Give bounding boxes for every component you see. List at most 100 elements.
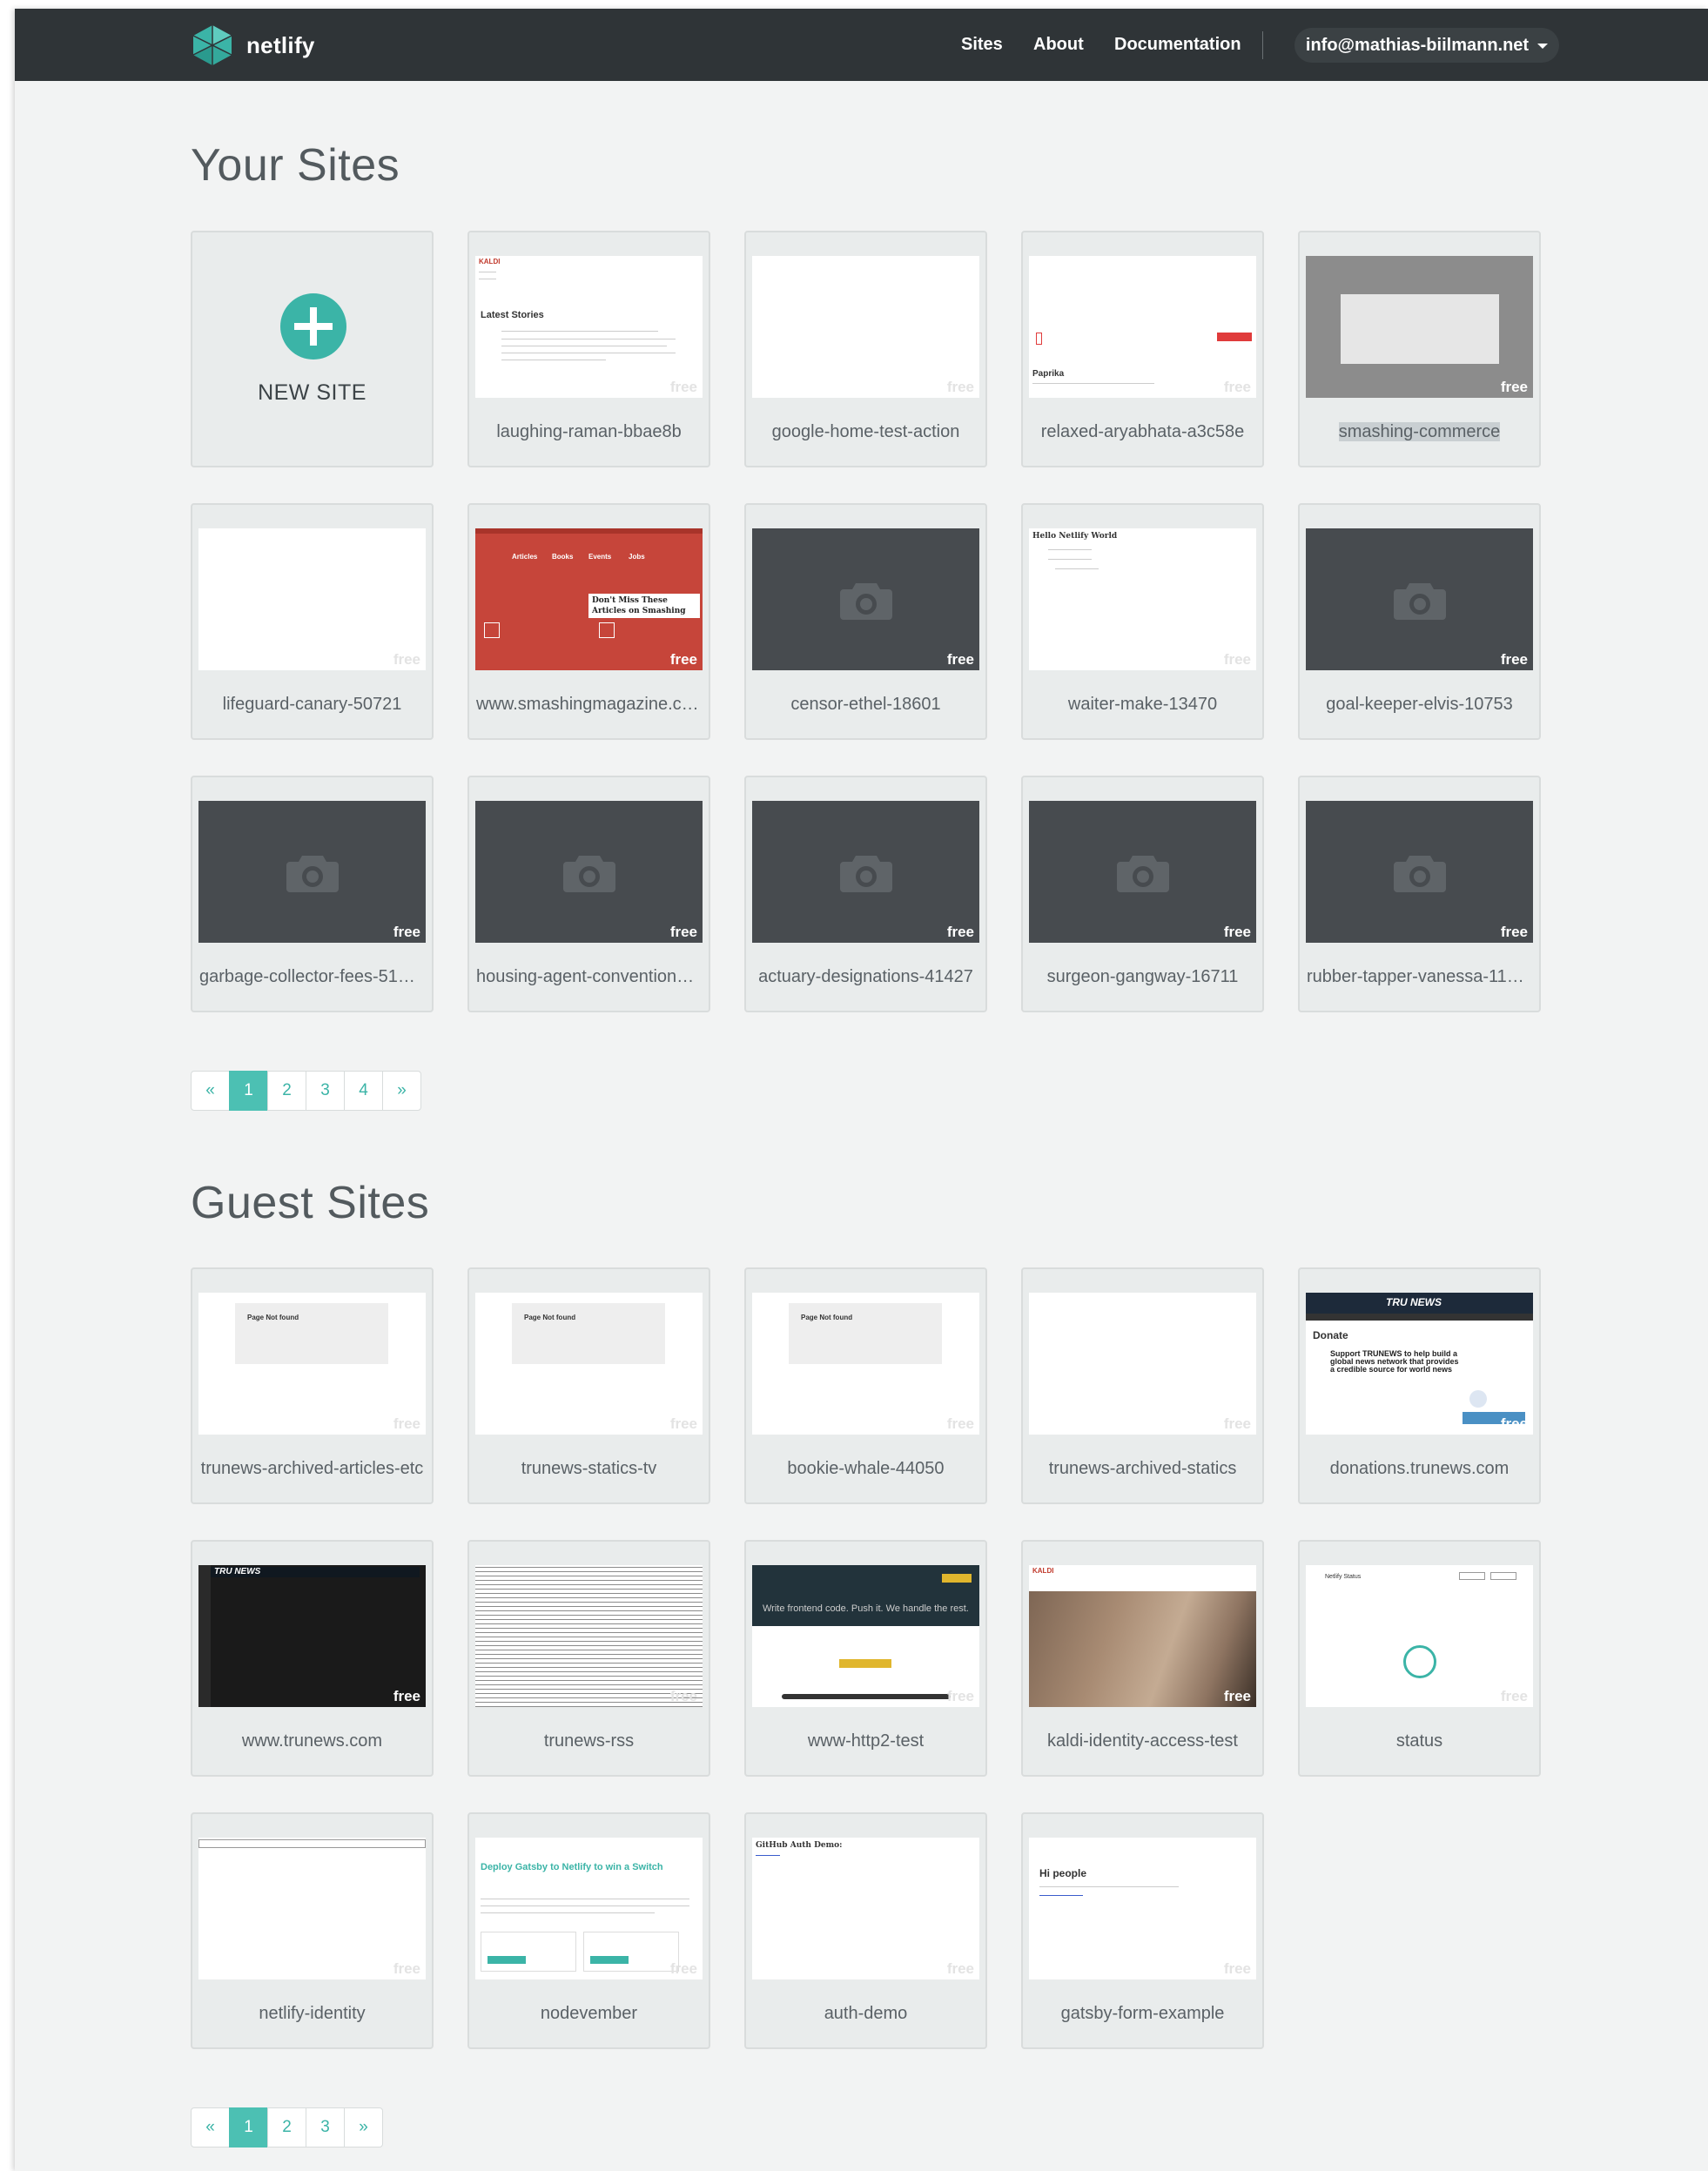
site-card[interactable]: free trunews-archived-statics (1021, 1267, 1264, 1504)
site-card[interactable]: Page Not found free trunews-archived-art… (191, 1267, 434, 1504)
site-thumbnail: free (198, 1838, 426, 1979)
pagination-next[interactable]: » (382, 1071, 421, 1111)
pagination-page[interactable]: 1 (229, 1071, 268, 1111)
brand-logo[interactable]: netlify (191, 24, 315, 67)
site-card[interactable]: free smashing-commerce (1298, 231, 1541, 467)
nav-link-about[interactable]: About (1033, 35, 1084, 55)
site-name[interactable]: waiter-make-13470 (1023, 695, 1262, 715)
site-card[interactable]: Paprika free relaxed-aryabhata-a3c58e (1021, 231, 1264, 467)
user-menu-dropdown[interactable]: info@mathias-biilmann.net (1294, 28, 1559, 63)
thumb-brand: KALDI (1032, 1567, 1054, 1575)
site-name[interactable]: relaxed-aryabhata-a3c58e (1023, 422, 1262, 442)
site-name[interactable]: gatsby-form-example (1023, 2004, 1262, 2024)
site-card[interactable]: free trunews-rss (467, 1540, 710, 1777)
site-name[interactable]: laughing-raman-bbae8b (469, 422, 709, 442)
site-thumbnail: free (1306, 256, 1533, 398)
site-card[interactable]: free surgeon-gangway-16711 (1021, 776, 1264, 1012)
site-card[interactable]: Articles Books Events Jobs Don't Miss Th… (467, 503, 710, 740)
site-name[interactable]: trunews-archived-statics (1023, 1459, 1262, 1479)
pagination-page[interactable]: 3 (306, 1071, 345, 1111)
site-card[interactable]: GitHub Auth Demo: free auth-demo (744, 1812, 987, 2049)
thumb-promo: Don't Miss These Articles on Smashing (588, 594, 700, 618)
site-card[interactable]: Write frontend code. Push it. We handle … (744, 1540, 987, 1777)
site-name[interactable]: trunews-statics-tv (469, 1459, 709, 1479)
thumb-button (1490, 1572, 1516, 1580)
nav-link-documentation[interactable]: Documentation (1114, 35, 1241, 55)
new-site-card[interactable]: NEW SITE (191, 231, 434, 467)
site-name[interactable]: www.trunews.com (192, 1731, 432, 1751)
site-name[interactable]: google-home-test-action (746, 422, 985, 442)
thumb-link (1039, 1895, 1083, 1896)
nav-link-sites[interactable]: Sites (961, 35, 1003, 55)
site-name[interactable]: smashing-commerce (1300, 422, 1539, 442)
pagination-prev[interactable]: « (191, 2107, 230, 2147)
pagination-next[interactable]: » (344, 2107, 383, 2147)
site-name[interactable]: bookie-whale-44050 (746, 1459, 985, 1479)
pagination-page[interactable]: 1 (229, 2107, 268, 2147)
pagination-page[interactable]: 3 (306, 2107, 345, 2147)
site-name[interactable]: goal-keeper-elvis-10753 (1300, 695, 1539, 715)
site-name[interactable]: auth-demo (746, 2004, 985, 2024)
site-card[interactable]: Hello Netlify World free waiter-make-134… (1021, 503, 1264, 740)
site-name[interactable]: netlify-identity (192, 2004, 432, 2024)
thumb-line (1039, 1886, 1179, 1887)
site-name[interactable]: censor-ethel-18601 (746, 695, 985, 715)
site-thumbnail: Paprika free (1029, 256, 1256, 398)
pagination-page[interactable]: 2 (267, 1071, 306, 1111)
site-name[interactable]: trunews-archived-articles-etc (192, 1459, 432, 1479)
site-name[interactable]: surgeon-gangway-16711 (1023, 967, 1262, 987)
site-name[interactable]: nodevember (469, 2004, 709, 2024)
site-name[interactable]: housing-agent-conventions-... (469, 967, 709, 987)
plan-badge: free (946, 1688, 974, 1704)
site-thumbnail: Page Not found free (752, 1293, 979, 1435)
site-card[interactable]: free censor-ethel-18601 (744, 503, 987, 740)
thumb-line (1032, 383, 1154, 384)
thumb-hero: Write frontend code. Push it. We handle … (752, 1565, 979, 1626)
site-name[interactable]: trunews-rss (469, 1731, 709, 1751)
thumb-heading: GitHub Auth Demo: (756, 1841, 843, 1850)
pagination-page[interactable]: 2 (267, 2107, 306, 2147)
site-name[interactable]: kaldi-identity-access-test (1023, 1731, 1262, 1751)
site-card[interactable]: Deploy Gatsby to Netlify to win a Switch… (467, 1812, 710, 2049)
site-card[interactable]: free actuary-designations-41427 (744, 776, 987, 1012)
site-card[interactable]: TRU NEWS Donate Support TRUNEWS to help … (1298, 1267, 1541, 1504)
site-card[interactable]: Page Not found free bookie-whale-44050 (744, 1267, 987, 1504)
plan-badge: free (946, 379, 974, 395)
site-name[interactable]: garbage-collector-fees-51436 (192, 967, 432, 987)
pagination-prev[interactable]: « (191, 1071, 230, 1111)
site-card[interactable]: free goal-keeper-elvis-10753 (1298, 503, 1541, 740)
site-name[interactable]: www-http2-test (746, 1731, 985, 1751)
plan-badge: free (669, 651, 697, 668)
site-card[interactable]: KALDI Latest Stories free laughing-raman… (467, 231, 710, 467)
thumb-panel: Page Not found (512, 1303, 665, 1364)
thumb-icon (484, 622, 500, 638)
site-card[interactable]: Hi people free gatsby-form-example (1021, 1812, 1264, 2049)
thumb-topbar (198, 1839, 426, 1848)
site-card[interactable]: free netlify-identity (191, 1812, 434, 2049)
site-name[interactable]: www.smashingmagazine.com (469, 695, 709, 715)
thumb-icon (599, 622, 615, 638)
guest-sites-heading: Guest Sites (191, 1178, 430, 1228)
site-card[interactable]: free google-home-test-action (744, 231, 987, 467)
site-name[interactable]: rubber-tapper-vanessa-11320 (1300, 967, 1539, 987)
caret-down-icon (1537, 44, 1549, 49)
site-card[interactable]: free lifeguard-canary-50721 (191, 503, 434, 740)
site-name[interactable]: actuary-designations-41427 (746, 967, 985, 987)
site-card[interactable]: free rubber-tapper-vanessa-11320 (1298, 776, 1541, 1012)
plan-badge: free (1500, 1415, 1528, 1432)
pagination-page[interactable]: 4 (344, 1071, 383, 1111)
site-name[interactable]: donations.trunews.com (1300, 1459, 1539, 1479)
site-card[interactable]: free housing-agent-conventions-... (467, 776, 710, 1012)
site-card[interactable]: Netlify Status free status (1298, 1540, 1541, 1777)
site-card[interactable]: free garbage-collector-fees-51436 (191, 776, 434, 1012)
site-card[interactable]: TRU NEWS free www.trunews.com (191, 1540, 434, 1777)
site-card[interactable]: Page Not found free trunews-statics-tv (467, 1267, 710, 1504)
site-name[interactable]: status (1300, 1731, 1539, 1751)
plus-icon (280, 293, 346, 360)
camera-icon (286, 855, 339, 892)
site-thumbnail: free (475, 801, 703, 943)
thumb-heading: Hello Netlify World (1032, 532, 1118, 541)
site-name[interactable]: lifeguard-canary-50721 (192, 695, 432, 715)
site-card[interactable]: KALDI free kaldi-identity-access-test (1021, 1540, 1264, 1777)
thumb-hero-text: Write frontend code. Push it. We handle … (763, 1603, 969, 1614)
